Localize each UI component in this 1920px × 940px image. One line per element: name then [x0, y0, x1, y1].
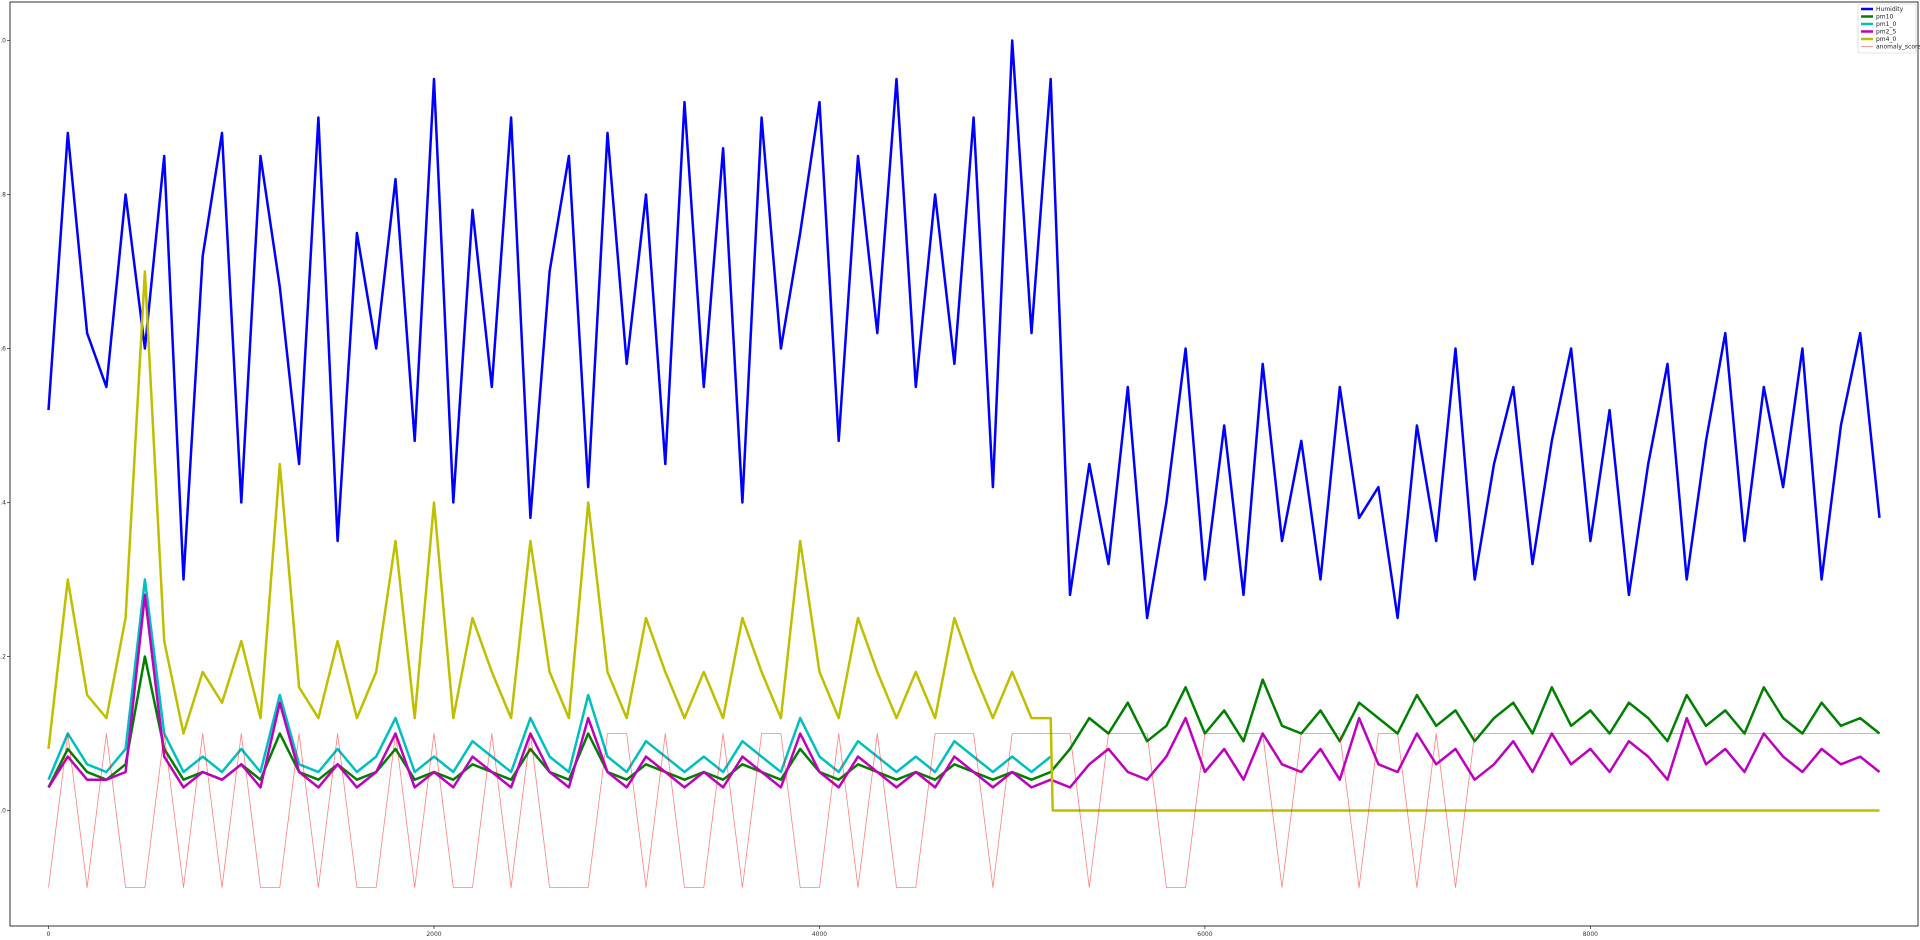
- x-tick-label: 0: [47, 931, 51, 938]
- y-tick-label: 0.8: [0, 192, 6, 199]
- y-tick-label: 0.4: [0, 500, 6, 507]
- chart-container: 0 2000 4000 6000 8000 0.0 0.2 0.4 0.6 0.8 1.0 Hum…: [0, 0, 1920, 940]
- legend-label: anomaly_score: [1876, 44, 1920, 51]
- x-tick-label: 8000: [1583, 931, 1598, 938]
- y-tick-label: 1.0: [0, 38, 6, 45]
- legend-label: Humidity: [1876, 6, 1904, 13]
- x-tick-label: 2000: [426, 931, 441, 938]
- legend: Humiditypm10pm1_0pm2_5pm4_0anomaly_score: [1857, 3, 1920, 54]
- y-tick-label: 0.2: [0, 654, 6, 661]
- y-tick-label: 0.0: [0, 808, 6, 815]
- legend-label: pm4_0: [1876, 36, 1896, 43]
- legend-label: pm10: [1876, 14, 1893, 21]
- figure-background: [0, 0, 1920, 940]
- legend-label: pm1_0: [1876, 21, 1896, 28]
- chart-svg: 0 2000 4000 6000 8000 0.0 0.2 0.4 0.6 0.8 1.0 Hum…: [0, 0, 1920, 940]
- y-tick-label: 0.6: [0, 346, 6, 353]
- x-tick-label: 4000: [812, 931, 827, 938]
- x-tick-label: 6000: [1197, 931, 1212, 938]
- legend-label: pm2_5: [1876, 29, 1896, 36]
